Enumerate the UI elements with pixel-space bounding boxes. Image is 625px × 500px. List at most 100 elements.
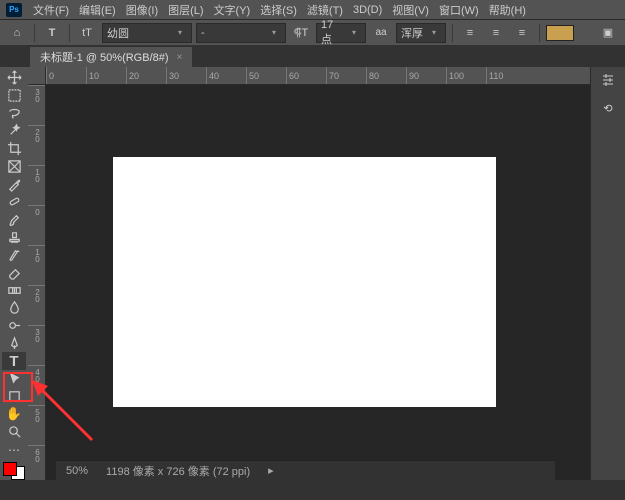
properties-panel-icon[interactable] [596, 69, 620, 91]
chevron-down-icon: ▾ [427, 28, 441, 37]
ruler-mark: 80 [366, 67, 406, 84]
separator [34, 24, 35, 42]
zoom-tool[interactable] [2, 423, 26, 441]
orientation-button[interactable]: tT [76, 23, 98, 43]
crop-tool[interactable] [2, 140, 26, 158]
ruler-mark: 0 [46, 67, 86, 84]
font-size-value: 17 点 [321, 19, 347, 47]
ruler-mark: 10 [86, 67, 126, 84]
ruler-mark: 60 [28, 445, 46, 480]
ruler-mark: 0 [28, 205, 46, 245]
ruler-mark: 50 [28, 405, 46, 445]
menu-view[interactable]: 视图(V) [387, 2, 434, 18]
menu-3d[interactable]: 3D(D) [348, 4, 387, 16]
ruler-horizontal[interactable]: 0 10 20 30 40 50 60 70 80 90 100 110 [46, 67, 590, 85]
ruler-mark: 100 [446, 67, 486, 84]
menu-edit[interactable]: 编辑(E) [74, 2, 121, 18]
app-icon: Ps [6, 3, 22, 17]
document-tab-title: 未标题-1 @ 50%(RGB/8#) [40, 49, 169, 65]
move-tool[interactable] [2, 69, 26, 87]
ruler-mark: 90 [406, 67, 446, 84]
size-icon: ⸿T [290, 23, 312, 43]
separator [452, 24, 453, 42]
heal-tool[interactable] [2, 193, 26, 211]
align-center-button[interactable]: ≡ [485, 23, 507, 43]
ruler-mark: 30 [28, 325, 46, 365]
ruler-origin[interactable] [28, 67, 46, 85]
ruler-vertical[interactable]: 30 20 10 0 10 20 30 40 50 60 70 [28, 85, 46, 480]
gradient-tool[interactable] [2, 281, 26, 299]
wand-tool[interactable] [2, 122, 26, 140]
shape-tool[interactable] [2, 388, 26, 406]
right-panel: ⟲ [590, 67, 625, 480]
dodge-tool[interactable] [2, 317, 26, 335]
separator [69, 24, 70, 42]
align-left-button[interactable]: ≡ [459, 23, 481, 43]
eyedropper-tool[interactable] [2, 175, 26, 193]
type-tool[interactable]: T [2, 352, 26, 370]
menu-select[interactable]: 选择(S) [255, 2, 302, 18]
font-size-select[interactable]: 17 点 ▾ [316, 23, 366, 43]
menu-window[interactable]: 窗口(W) [434, 2, 484, 18]
ruler-mark: 30 [166, 67, 206, 84]
menu-help[interactable]: 帮助(H) [484, 2, 531, 18]
blur-tool[interactable] [2, 299, 26, 317]
menu-file[interactable]: 文件(F) [28, 2, 74, 18]
antialias-select[interactable]: 浑厚 ▾ [396, 23, 446, 43]
chevron-down-icon: ▾ [173, 28, 187, 37]
history-panel-icon[interactable]: ⟲ [596, 97, 620, 119]
ruler-mark: 20 [126, 67, 166, 84]
ruler-mark: 60 [286, 67, 326, 84]
aa-label: aa [370, 23, 392, 43]
menu-layer[interactable]: 图层(L) [163, 2, 208, 18]
ruler-mark: 40 [28, 365, 46, 405]
ruler-mark: 10 [28, 245, 46, 285]
home-button[interactable]: ⌂ [6, 23, 28, 43]
frame-tool[interactable] [2, 158, 26, 176]
separator [539, 24, 540, 42]
caret-icon[interactable]: ▸ [268, 464, 274, 477]
document-canvas[interactable] [113, 157, 496, 407]
panel-toggle-button[interactable]: ▣ [597, 23, 619, 43]
font-style-value: - [201, 27, 267, 39]
font-family-value: 幼圆 [107, 25, 173, 41]
zoom-level[interactable]: 50% [66, 465, 88, 477]
menu-filter[interactable]: 滤镜(T) [302, 2, 348, 18]
stamp-tool[interactable] [2, 228, 26, 246]
toolbar: T ✋ ⋯ [0, 67, 28, 480]
ruler-mark: 40 [206, 67, 246, 84]
ruler-mark: 30 [28, 85, 46, 125]
canvas-area: 0 10 20 30 40 50 60 70 80 90 100 110 30 … [28, 67, 590, 480]
menu-type[interactable]: 文字(Y) [209, 2, 256, 18]
lasso-tool[interactable] [2, 104, 26, 122]
document-dimensions[interactable]: 1198 像素 x 726 像素 (72 ppi) [106, 463, 250, 479]
document-tab[interactable]: 未标题-1 @ 50%(RGB/8#) × [30, 47, 192, 67]
tool-preset-button[interactable]: T [41, 23, 63, 43]
ruler-mark: 20 [28, 125, 46, 165]
chevron-down-icon: ▾ [267, 28, 281, 37]
eraser-tool[interactable] [2, 264, 26, 282]
antialias-value: 浑厚 [401, 25, 427, 41]
font-style-select[interactable]: - ▾ [196, 23, 286, 43]
align-right-button[interactable]: ≡ [511, 23, 533, 43]
chevron-down-icon: ▾ [347, 28, 361, 37]
status-bar: 50% 1198 像素 x 726 像素 (72 ppi) ▸ [56, 460, 555, 480]
text-color-swatch[interactable] [546, 25, 574, 41]
close-tab-button[interactable]: × [177, 52, 183, 63]
ruler-mark: 70 [326, 67, 366, 84]
foreground-color-swatch[interactable] [3, 462, 17, 476]
hand-tool[interactable]: ✋ [2, 405, 26, 423]
edit-toolbar-button[interactable]: ⋯ [2, 441, 26, 459]
ruler-mark: 20 [28, 285, 46, 325]
color-picker[interactable] [3, 462, 25, 480]
pen-tool[interactable] [2, 335, 26, 353]
brush-tool[interactable] [2, 211, 26, 229]
ruler-mark: 10 [28, 165, 46, 205]
ruler-mark: 50 [246, 67, 286, 84]
path-select-tool[interactable] [2, 370, 26, 388]
font-family-select[interactable]: 幼圆 ▾ [102, 23, 192, 43]
menu-image[interactable]: 图像(I) [121, 2, 163, 18]
marquee-tool[interactable] [2, 87, 26, 105]
ruler-mark: 110 [486, 67, 526, 84]
history-brush-tool[interactable] [2, 246, 26, 264]
